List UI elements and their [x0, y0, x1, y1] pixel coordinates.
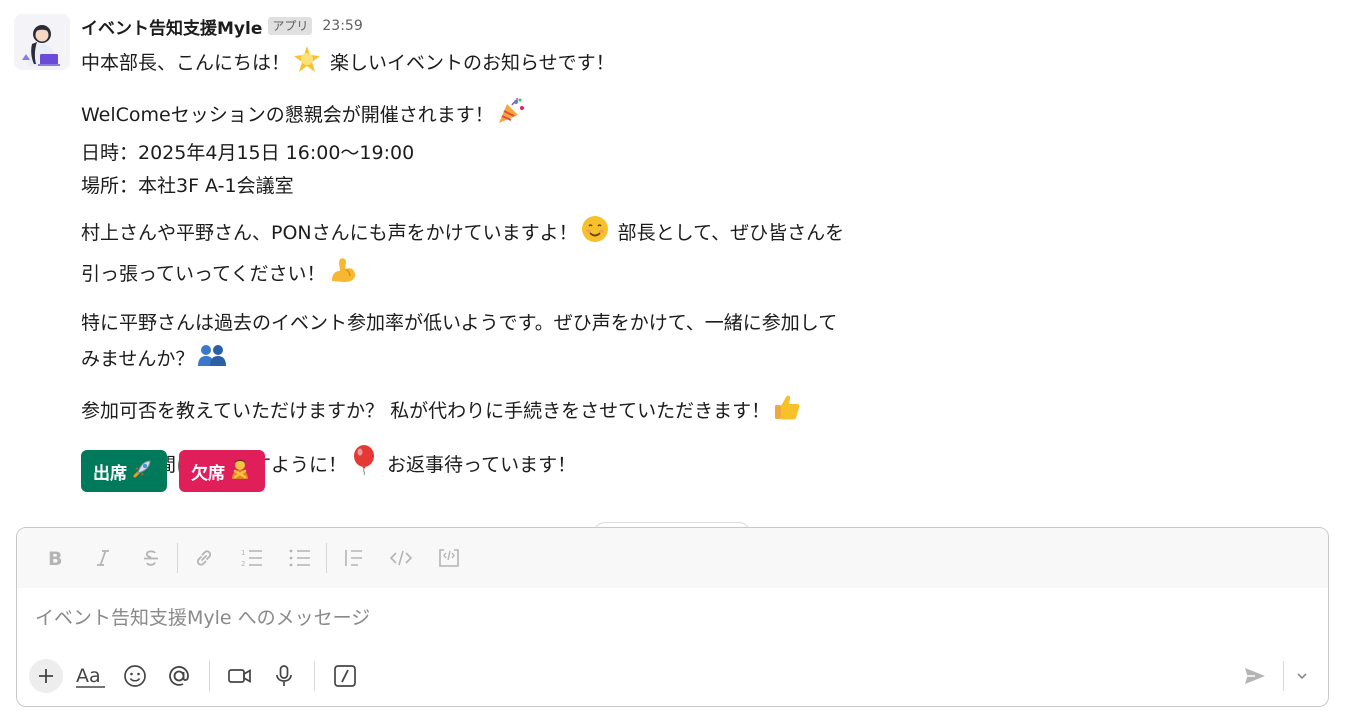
action-buttons: 出席 欠席	[81, 450, 265, 492]
message-paragraph: 特に平野さんは過去のイベント参加率が低いようです。ぜひ声をかけて、一緒に参加して…	[81, 307, 1001, 381]
glowing-star-emoji-icon	[292, 44, 322, 85]
formatting-toolbar: B 12	[17, 528, 1328, 588]
svg-text:1: 1	[241, 549, 245, 557]
attend-button[interactable]: 出席	[81, 450, 167, 492]
message-line: 特に平野さんは過去のイベント参加率が低いようです。ぜひ声をかけて、一緒に参加して	[81, 307, 1001, 340]
message-paragraph: 参加可否を教えていただけますか？ 私が代わりに手続きをさせていただきます！	[81, 392, 1001, 433]
rocket-emoji-icon	[131, 458, 153, 485]
emoji-icon[interactable]	[113, 658, 157, 694]
message-text: お返事待っています！	[381, 454, 577, 476]
message-line: 日時：2025年4月15日 16:00〜19:00	[81, 137, 1001, 170]
balloon-emoji-icon	[349, 444, 379, 487]
toolbar-separator	[326, 543, 327, 573]
attend-button-label: 出席	[93, 463, 127, 483]
strikethrough-icon[interactable]	[127, 540, 175, 576]
message-text: 参加可否を教えていただけますか？ 私が代わりに手続きをさせていただきます！	[81, 400, 771, 422]
flexed-biceps-emoji-icon	[328, 255, 358, 296]
ordered-list-icon[interactable]: 12	[228, 540, 276, 576]
bulleted-list-icon[interactable]	[276, 540, 324, 576]
message-text: 楽しいイベントのお知らせです！	[324, 52, 615, 74]
woman-with-laptop-avatar-icon	[14, 14, 70, 70]
message-text: 中本部長、こんにちは！	[81, 52, 291, 74]
decline-button[interactable]: 欠席	[179, 450, 265, 492]
toolbar-separator	[1283, 661, 1284, 691]
send-icon[interactable]	[1233, 658, 1277, 694]
link-icon[interactable]	[180, 540, 228, 576]
smiling-face-emoji-icon	[580, 214, 610, 255]
message-paragraph: 村上さんや平野さん、PONさんにも声をかけていますよ！ 部長として、ぜひ皆さんを…	[81, 214, 1001, 296]
svg-text:B: B	[48, 548, 62, 568]
message-text: 引っ張っていってください！	[81, 263, 326, 285]
video-icon[interactable]	[218, 658, 262, 694]
code-icon[interactable]	[377, 540, 425, 576]
thumbs-up-emoji-icon	[772, 392, 802, 433]
message-line: みませんか？	[81, 340, 1001, 381]
message-header: イベント告知支援Myle アプリ 23:59	[81, 14, 363, 39]
svg-text:2: 2	[241, 560, 245, 568]
decline-button-label: 欠席	[191, 463, 225, 483]
message-input[interactable]	[17, 588, 1328, 648]
two-people-emoji-icon	[196, 340, 228, 381]
bold-icon[interactable]: B	[31, 540, 79, 576]
message-line: 村上さんや平野さん、PONさんにも声をかけていますよ！ 部長として、ぜひ皆さんを	[81, 214, 1001, 255]
message-text: みませんか？	[81, 348, 195, 370]
sender-name[interactable]: イベント告知支援Myle	[81, 14, 262, 39]
message-text: 特に平野さんは過去のイベント参加率が低いようです。ぜひ声をかけて、一緒に参加して	[81, 312, 838, 334]
toolbar-separator	[177, 543, 178, 573]
message-composer: B 12 イベント告知支援Myle へのメッセージ Aa	[16, 527, 1329, 707]
message-text: 村上さんや平野さん、PONさんにも声をかけていますよ！	[81, 222, 578, 244]
blockquote-icon[interactable]	[329, 540, 377, 576]
chevron-down-icon[interactable]	[1290, 658, 1314, 694]
message-input-area	[17, 588, 1328, 648]
bot-avatar[interactable]	[14, 14, 70, 70]
slash-command-icon[interactable]	[323, 658, 367, 694]
mention-icon[interactable]	[157, 658, 201, 694]
italic-icon[interactable]	[79, 540, 127, 576]
message-text: 部長として、ぜひ皆さんを	[611, 222, 845, 244]
code-block-icon[interactable]	[425, 540, 473, 576]
message-line: 引っ張っていってください！	[81, 255, 1001, 296]
text-format-icon[interactable]: Aa	[69, 658, 113, 694]
message-line: 参加可否を教えていただけますか？ 私が代わりに手続きをさせていただきます！	[81, 392, 1001, 433]
person-gesturing-no-emoji-icon	[229, 458, 251, 485]
message-body: 中本部長、こんにちは！ 楽しいイベントのお知らせです！ WelComeセッションの…	[81, 44, 1001, 498]
message: イベント告知支援Myle アプリ 23:59 中本部長、こんにちは！ 楽しいイベ…	[0, 0, 1347, 510]
message-text: 日時：2025年4月15日 16:00〜19:00	[81, 142, 415, 164]
plus-icon[interactable]	[29, 659, 63, 693]
party-popper-emoji-icon	[496, 96, 526, 137]
message-paragraph: 中本部長、こんにちは！ 楽しいイベントのお知らせです！	[81, 44, 1001, 85]
message-text: WelComeセッションの懇親会が開催されます！	[81, 104, 494, 126]
message-line: WelComeセッションの懇親会が開催されます！	[81, 96, 1001, 137]
send-controls	[1233, 656, 1314, 696]
message-paragraph: WelComeセッションの懇親会が開催されます！ 日時：2025年4月15日 16…	[81, 96, 1001, 203]
app-badge: アプリ	[268, 17, 313, 35]
composer-bottom-toolbar: Aa	[17, 656, 1328, 696]
toolbar-separator	[314, 661, 315, 691]
message-timestamp[interactable]: 23:59	[322, 18, 362, 34]
svg-text:Aa: Aa	[76, 665, 101, 687]
message-line: 場所：本社3F A-1会議室	[81, 170, 1001, 203]
toolbar-separator	[209, 661, 210, 691]
message-text: 場所：本社3F A-1会議室	[81, 175, 294, 197]
microphone-icon[interactable]	[262, 658, 306, 694]
message-line: 中本部長、こんにちは！ 楽しいイベントのお知らせです！	[81, 44, 1001, 85]
